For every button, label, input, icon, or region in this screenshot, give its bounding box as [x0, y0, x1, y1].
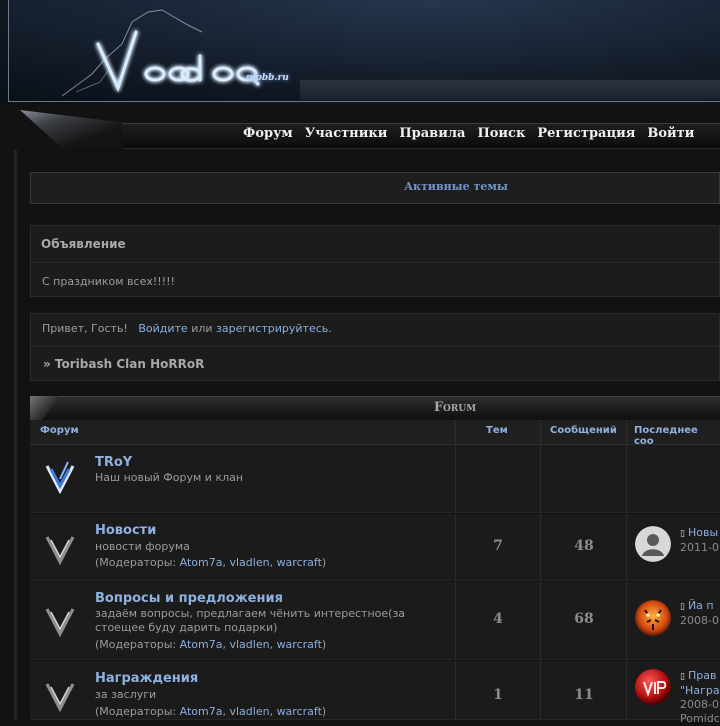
- forum-row: Новости новости форума (Модераторы: Atom…: [30, 514, 720, 581]
- forum-read-icon: [45, 683, 75, 713]
- last-post: ▯ Йа п 2008-0: [680, 599, 719, 628]
- welcome-line: Привет, Гость! Войдите или зарегистрируй…: [42, 322, 332, 335]
- topic-count: 4: [493, 611, 503, 627]
- last-post: ▯ Новы 2011-0: [680, 526, 719, 555]
- announcement-title: Объявление: [41, 237, 126, 251]
- divider: [540, 582, 541, 659]
- active-topics-link[interactable]: Активные темы: [31, 180, 720, 193]
- forum-row: Награждения за заслуги (Модераторы: Atom…: [30, 661, 720, 725]
- forum-description: Наш новый Форум и клан: [95, 471, 244, 484]
- forum-category-title: Forum: [433, 400, 477, 415]
- divider: [626, 420, 627, 444]
- last-post-link[interactable]: Йа п: [688, 599, 714, 612]
- moderators-label: Модераторы:: [99, 638, 177, 651]
- vip-user-avatar[interactable]: [635, 669, 671, 705]
- post-count: 68: [574, 611, 594, 627]
- moderators-label: Модераторы:: [99, 705, 177, 718]
- last-post-link[interactable]: Прав: [688, 669, 716, 682]
- moderator-link[interactable]: Atom7a: [180, 638, 223, 651]
- last-post: ▯ Прав "Награ 2008-0 Pomidc: [680, 669, 720, 726]
- nav-login[interactable]: Войти: [647, 126, 694, 141]
- moderator-link[interactable]: Atom7a: [180, 705, 223, 718]
- forum-description: за заслуги: [95, 688, 157, 701]
- col-forum: Форум: [40, 425, 79, 436]
- topic-count: 1: [493, 687, 503, 703]
- voodoo-logo[interactable]: [52, 4, 292, 100]
- moderator-link[interactable]: warcraft: [277, 705, 322, 718]
- divider: [626, 661, 627, 719]
- last-post-date: 2008-0: [680, 614, 719, 627]
- site-header: mpbb.ru: [0, 0, 720, 104]
- last-post-date: 2008-0: [680, 698, 719, 711]
- post-count: 11: [574, 687, 594, 703]
- breadcrumb[interactable]: » Toribash Clan HoRRoR: [43, 357, 204, 371]
- forum-unread-icon: [45, 461, 75, 495]
- main-nav: Форум Участники Правила Поиск Регистраци…: [243, 126, 706, 141]
- nav-register[interactable]: Регистрация: [537, 126, 635, 141]
- last-post-link[interactable]: Новы: [688, 526, 718, 539]
- active-topics-bar: Активные темы: [30, 172, 720, 204]
- welcome-box: Привет, Гость! Войдите или зарегистрируй…: [30, 313, 720, 381]
- announcement-text: С праздником всех!!!!!: [42, 275, 175, 288]
- moderator-link[interactable]: warcraft: [277, 638, 322, 651]
- post-icon: ▯: [680, 602, 685, 612]
- divider: [540, 661, 541, 719]
- login-link[interactable]: Войдите: [138, 322, 187, 335]
- post-count: 48: [574, 538, 594, 554]
- or-text: или: [191, 322, 213, 335]
- divider: [626, 514, 627, 580]
- nav-rules[interactable]: Правила: [399, 126, 465, 141]
- col-last-post: Последнее соо: [634, 425, 698, 447]
- last-post-date: 2011-0: [680, 541, 719, 554]
- header-strip: [300, 80, 720, 100]
- moderators-label: Модераторы:: [99, 556, 177, 569]
- moderator-link[interactable]: vladlen: [229, 705, 269, 718]
- forum-row: Вопросы и предложения задаём вопросы, пр…: [30, 582, 720, 660]
- forum-description: задаём вопросы, предлагаем чёнить интере…: [95, 607, 406, 634]
- nav-wing-decoration: [20, 110, 130, 148]
- divider: [626, 582, 627, 659]
- forum-moderators: (Модераторы: Atom7a, vladlen, warcraft): [95, 705, 327, 718]
- forum-name-link[interactable]: Вопросы и предложения: [95, 591, 283, 606]
- col-topics: Тем: [486, 425, 508, 436]
- divider: [540, 514, 541, 580]
- forum-name-link[interactable]: Награждения: [95, 671, 198, 686]
- forum-name-link[interactable]: TRoY: [95, 455, 132, 470]
- divider: [540, 420, 541, 444]
- forum-description: новости форума: [95, 540, 190, 553]
- forum-moderators: (Модераторы: Atom7a, vladlen, warcraft): [95, 638, 327, 651]
- forum-name-link[interactable]: Новости: [95, 523, 156, 538]
- announcement-box: Объявление С праздником всех!!!!!: [30, 225, 720, 297]
- last-post-link-cont[interactable]: "Награ: [680, 684, 720, 697]
- column-header-row: Форум Тем Сообщений Последнее соо: [30, 420, 720, 447]
- post-icon: ▯: [680, 672, 685, 682]
- moderator-link[interactable]: warcraft: [277, 556, 322, 569]
- nav-forum[interactable]: Форум: [243, 126, 293, 141]
- col-posts: Сообщений: [550, 425, 617, 436]
- forum-moderators: (Модераторы: Atom7a, vladlen, warcraft): [95, 556, 327, 569]
- nav-members[interactable]: Участники: [305, 126, 388, 141]
- register-link[interactable]: зарегистрируйтесь.: [216, 322, 332, 335]
- divider: [626, 445, 627, 512]
- divider: [455, 420, 456, 444]
- divider: [455, 445, 456, 512]
- forum-read-icon: [45, 608, 75, 638]
- last-post-author[interactable]: Pomidc: [680, 712, 720, 725]
- post-icon: ▯: [680, 529, 685, 539]
- greeting-text: Привет, Гость!: [42, 322, 128, 335]
- divider: [31, 262, 719, 263]
- default-user-avatar[interactable]: [635, 526, 671, 562]
- divider: [31, 346, 719, 347]
- topic-count: 7: [493, 538, 503, 554]
- moderator-link[interactable]: vladlen: [229, 556, 269, 569]
- forum-row: TRoY Наш новый Форум и клан: [30, 445, 720, 513]
- nav-search[interactable]: Поиск: [477, 126, 525, 141]
- logo-subtitle: mpbb.ru: [246, 73, 289, 83]
- left-rail: [14, 150, 20, 720]
- forum-read-icon: [45, 536, 75, 566]
- moderator-link[interactable]: Atom7a: [180, 556, 223, 569]
- moderator-link[interactable]: vladlen: [229, 638, 269, 651]
- tiger-user-avatar[interactable]: [635, 600, 671, 636]
- divider: [540, 445, 541, 512]
